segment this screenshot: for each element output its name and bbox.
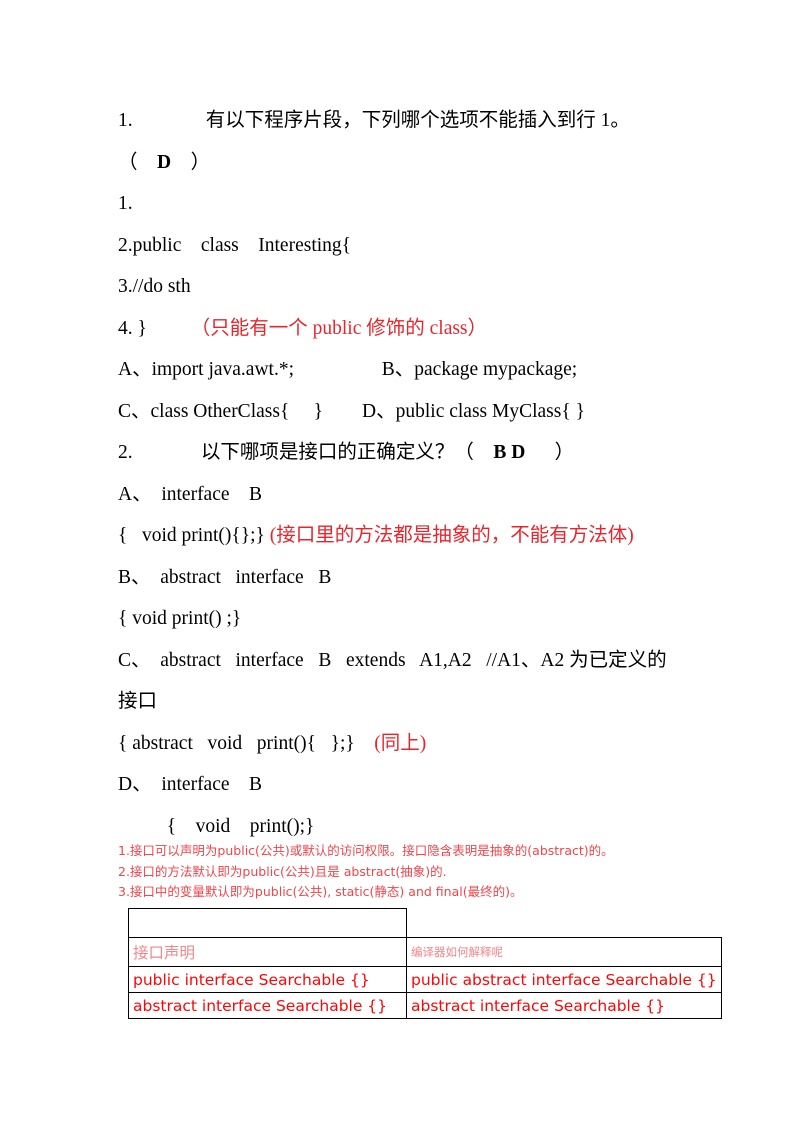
text-run: 2.public class Interesting{ [118,234,352,256]
text-run: 1. [118,193,133,214]
interface-notes-block: 1.接口可以声明为public(公共)或默认的访问权限。接口隐含表明是抽象的(a… [118,841,718,903]
text-run: { void print(){};} [118,525,265,546]
question-2-option-c: C、 abstract interface B extends A1,A2 //… [118,640,693,682]
text-run: 接口 [118,691,158,712]
question-2-option-d: D、 interface B [118,764,693,806]
question-1-options-cd: C、class OtherClass{ } D、public class MyC… [118,391,693,433]
question-1-answer: （ D ） [118,142,693,184]
code-snippet-line-2: 2.public class Interesting{ [118,225,693,267]
text-run: ） [171,151,211,173]
table-row: abstract interface Searchable {} abstrac… [128,992,722,1019]
question-2-option-b: B、 abstract interface B [118,557,693,599]
code-snippet-line-1: 1. [118,183,693,225]
table-row-header: 接口声明 编译器如何解释呢 [128,937,722,967]
text-run: C、class OtherClass{ } D、public class MyC… [118,400,585,422]
text-run: D、 interface B [118,774,263,795]
text-run: C、 abstract interface B extends A1,A2 //… [118,649,667,671]
table-cell-interpretation-1: public abstract interface Searchable {} [406,966,722,993]
code-snippet-line-4: 4. } （只能有一个 public 修饰的 class） [118,308,693,350]
question-2-option-a-body: { void print(){};} (接口里的方法都是抽象的，不能有方法体) [118,515,693,557]
text-run: ） [525,442,575,463]
table-cell-empty-right [407,909,722,938]
red-annotation: （只能有一个 public 修饰的 class） [146,317,488,339]
interface-note-2: 2.接口的方法默认即为public(公共)且是 abstract(抽象)的. [118,863,447,879]
table-header-compiler: 编译器如何解释呢 [406,937,722,967]
text-run: { abstract void print(){ };} [118,732,355,754]
interface-declaration-table: 接口声明 编译器如何解释呢 public interface Searchabl… [128,908,722,1019]
interface-note-3: 3.接口中的变量默认即为public(公共), static(静态) and f… [118,884,523,899]
answer-letter: D [157,151,172,173]
question-2-option-c-body: { abstract void print(){ };} (同上) [118,723,693,765]
text-run: B、 abstract interface B [118,566,332,588]
text-run: 1. 有以下程序片段，下列哪个选项不能插入到行 1。 [118,110,630,131]
table-cell-declaration-1: public interface Searchable {} [128,966,407,993]
table-cell-declaration-2: abstract interface Searchable {} [128,992,407,1019]
table-header-declaration: 接口声明 [128,937,407,967]
question-2-option-a: A、 interface B [118,474,693,516]
document-page: 1. 有以下程序片段，下列哪个选项不能插入到行 1。 （ D ） 1. 2.pu… [0,0,793,1122]
text-run: 4. } [118,317,147,339]
text-run: { void print();} [118,815,315,837]
answer-letter: B D [493,442,526,463]
code-snippet-line-3: 3.//do sth [118,266,693,308]
table-cell-empty-left [128,908,407,938]
question-2-option-c-continued: 接口 [118,681,693,723]
text-run: A、import java.awt.*; B、package mypackage… [118,359,578,380]
text-run: A、 interface B [118,483,263,505]
text-run: 2. 以下哪项是接口的正确定义？（ [118,442,494,463]
red-annotation: (同上) [354,732,427,754]
text-run: 3.//do sth [118,276,191,297]
question-1-stem: 1. 有以下程序片段，下列哪个选项不能插入到行 1。 [118,100,693,142]
red-annotation: (接口里的方法都是抽象的，不能有方法体) [264,525,634,546]
text-run: （ [118,151,158,173]
document-body: 1. 有以下程序片段，下列哪个选项不能插入到行 1。 （ D ） 1. 2.pu… [118,100,693,847]
text-run: { void print() ;} [118,608,242,629]
interface-declaration-table-wrapper: 接口声明 编译器如何解释呢 public interface Searchabl… [128,908,722,1019]
question-2-stem: 2. 以下哪项是接口的正确定义？（ B D ） [118,432,693,474]
table-row-empty [128,908,722,938]
table-cell-interpretation-2: abstract interface Searchable {} [406,992,722,1019]
question-2-option-b-body: { void print() ;} [118,598,693,640]
interface-note-1: 1.接口可以声明为public(公共)或默认的访问权限。接口隐含表明是抽象的(a… [118,843,614,858]
question-1-options-ab: A、import java.awt.*; B、package mypackage… [118,349,693,391]
table-row: public interface Searchable {} public ab… [128,966,722,993]
